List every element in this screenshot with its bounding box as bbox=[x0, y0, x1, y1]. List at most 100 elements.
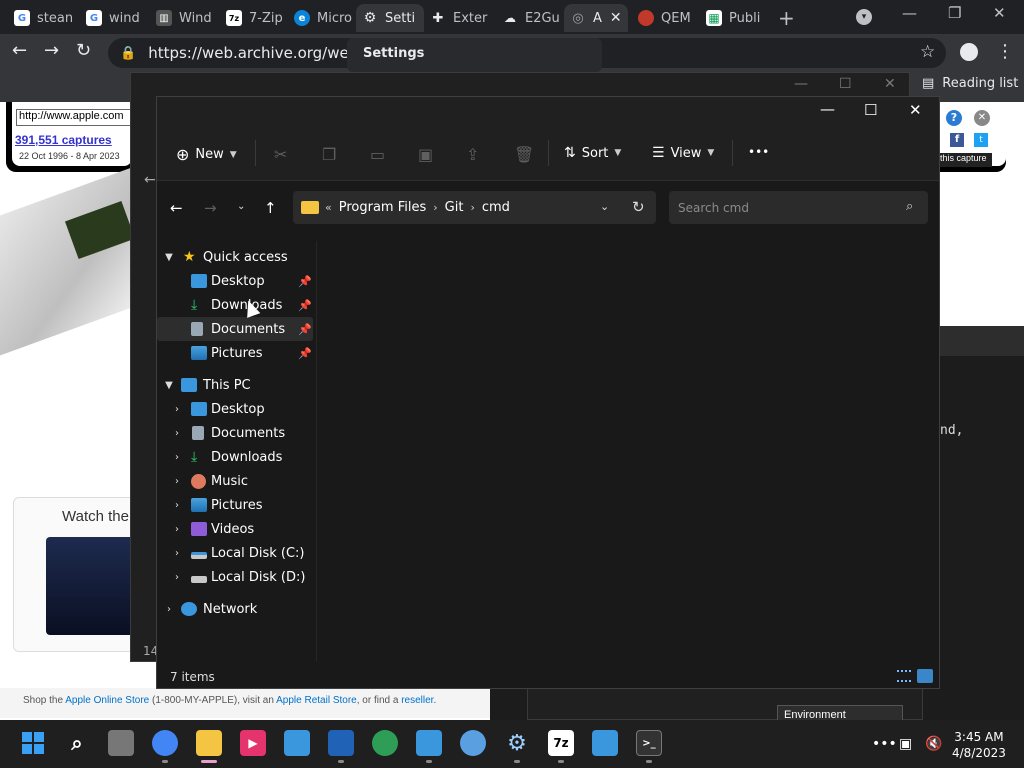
video-thumbnail[interactable] bbox=[46, 537, 136, 635]
tab-microsoft[interactable]: e Micro bbox=[288, 4, 356, 32]
profile-avatar[interactable] bbox=[960, 43, 978, 61]
tab-windows-search[interactable]: G wind bbox=[80, 4, 148, 32]
quick-access-item-documents[interactable]: Documents bbox=[157, 317, 313, 341]
reseller-link[interactable]: reseller bbox=[401, 695, 433, 706]
reload-icon[interactable]: ↻ bbox=[76, 40, 91, 61]
back-window-arrow-icon[interactable]: ← bbox=[144, 172, 156, 188]
up-icon[interactable]: ↑ bbox=[264, 199, 277, 217]
pin-icon[interactable]: 📌 bbox=[298, 323, 312, 336]
chevron-right-icon[interactable]: › bbox=[171, 548, 183, 559]
this-pc-item-documents[interactable]: › Documents bbox=[157, 421, 313, 445]
this-pc-item-desktop[interactable]: › Desktop bbox=[157, 397, 313, 421]
breadcrumb-item[interactable]: cmd bbox=[482, 200, 510, 215]
virtualbox-icon[interactable] bbox=[328, 730, 354, 756]
pin-icon[interactable]: 📌 bbox=[298, 347, 312, 360]
this-pc-item-local-disk-d[interactable]: › Local Disk (D:) bbox=[157, 565, 313, 589]
explorer-close-icon[interactable]: ✕ bbox=[909, 101, 922, 119]
file-explorer-icon[interactable] bbox=[196, 730, 222, 756]
tab-archive[interactable]: ◎ A ✕ bbox=[564, 4, 628, 32]
this-pc-node[interactable]: ▼ This PC bbox=[157, 373, 313, 397]
recent-locations-icon[interactable]: ⌄ bbox=[237, 201, 245, 212]
search-input[interactable] bbox=[669, 191, 899, 224]
this-pc-item-downloads[interactable]: › ⤓ Downloads bbox=[157, 445, 313, 469]
tab-public[interactable]: ▦ Publi bbox=[700, 4, 770, 32]
quick-access-item-pictures[interactable]: Pictures bbox=[157, 341, 313, 365]
this-pc-item-local-disk-c[interactable]: › Local Disk (C:) bbox=[157, 541, 313, 565]
chevron-right-icon[interactable]: › bbox=[171, 452, 183, 463]
tab-search-icon[interactable]: ▾ bbox=[856, 9, 872, 25]
tab-e2guardian[interactable]: ☁ E2Gu bbox=[496, 4, 564, 32]
forward-icon[interactable]: → bbox=[44, 40, 59, 61]
minimize-icon[interactable]: — bbox=[902, 4, 917, 22]
copy-icon[interactable]: ❐ bbox=[322, 145, 336, 164]
tab-windows[interactable]: ▥ Wind bbox=[150, 4, 218, 32]
chevron-right-icon[interactable]: › bbox=[171, 428, 183, 439]
network-node[interactable]: › Network bbox=[157, 597, 313, 621]
menu-icon[interactable]: ⋮ bbox=[996, 41, 1014, 62]
back-maximize-icon[interactable]: ☐ bbox=[839, 76, 852, 92]
pin-icon[interactable]: 📌 bbox=[298, 275, 312, 288]
refresh-icon[interactable]: ↻ bbox=[632, 198, 645, 216]
breadcrumb-item[interactable]: Program Files bbox=[339, 200, 427, 215]
details-view-icon[interactable] bbox=[897, 670, 911, 682]
chevron-right-icon[interactable]: › bbox=[171, 476, 183, 487]
start-icon[interactable] bbox=[20, 730, 46, 756]
chevron-down-icon[interactable]: ▼ bbox=[163, 252, 175, 263]
quick-access-item-desktop[interactable]: Desktop bbox=[157, 269, 313, 293]
back-icon[interactable]: ← bbox=[12, 40, 27, 61]
media-icon[interactable]: ▶ bbox=[240, 730, 266, 756]
terminal-icon[interactable]: >_ bbox=[636, 730, 662, 756]
forward-icon[interactable]: → bbox=[204, 199, 217, 217]
delete-icon[interactable]: 🗑 bbox=[514, 145, 534, 164]
show-hidden-icons-icon[interactable]: ••• bbox=[872, 736, 897, 752]
back-icon[interactable]: ← bbox=[170, 199, 183, 217]
quick-access-item-downloads[interactable]: ⤓ Downloads bbox=[157, 293, 313, 317]
this-pc-item-music[interactable]: › Music bbox=[157, 469, 313, 493]
chevron-right-icon[interactable]: › bbox=[171, 572, 183, 583]
tab-settings[interactable]: ⚙ Setti bbox=[356, 4, 424, 32]
chevron-right-icon[interactable]: › bbox=[470, 201, 474, 214]
search-icon[interactable]: ⌕ bbox=[64, 730, 90, 756]
twitter-icon[interactable]: t bbox=[974, 133, 988, 147]
chevron-right-icon[interactable]: › bbox=[171, 404, 183, 415]
restore-icon[interactable]: ❐ bbox=[948, 4, 961, 22]
online-store-link[interactable]: Apple Online Store bbox=[65, 695, 149, 706]
tab-7zip[interactable]: 7z 7-Zip bbox=[220, 4, 288, 32]
facebook-icon[interactable]: f bbox=[950, 133, 964, 147]
explorer-minimize-icon[interactable]: — bbox=[820, 100, 835, 118]
chrome-icon[interactable] bbox=[152, 730, 178, 756]
bookmark-star-icon[interactable]: ☆ bbox=[920, 42, 935, 62]
back-close-icon[interactable]: ✕ bbox=[884, 76, 896, 92]
tab-steam[interactable]: G stean bbox=[8, 4, 78, 32]
retail-store-link[interactable]: Apple Retail Store bbox=[276, 695, 357, 706]
wayback-close-icon[interactable]: ✕ bbox=[974, 110, 990, 126]
large-icons-view-icon[interactable] bbox=[917, 669, 933, 683]
network-status-icon[interactable]: ▣ bbox=[899, 736, 912, 752]
close-icon[interactable]: ✕ bbox=[993, 4, 1006, 22]
settings-icon[interactable]: ⚙ bbox=[504, 730, 530, 756]
rename-icon[interactable]: ▣ bbox=[418, 145, 433, 164]
7zip-icon[interactable]: 7z bbox=[548, 730, 574, 756]
display-icon[interactable] bbox=[592, 730, 618, 756]
new-button[interactable]: ⊕ New ▼ bbox=[176, 145, 237, 164]
chevron-right-icon[interactable]: › bbox=[433, 201, 437, 214]
volume-muted-icon[interactable]: 🔇 bbox=[925, 736, 942, 752]
share-icon[interactable]: ⇪ bbox=[466, 145, 479, 164]
chevron-down-icon[interactable]: ▼ bbox=[163, 380, 175, 391]
task-view-icon[interactable] bbox=[108, 730, 134, 756]
paste-icon[interactable]: ▭ bbox=[370, 145, 385, 164]
globe-icon[interactable] bbox=[460, 730, 486, 756]
overflow-chevron-icon[interactable]: « bbox=[325, 201, 332, 214]
reading-list-button[interactable]: ▤ Reading list bbox=[922, 76, 1018, 91]
chevron-right-icon[interactable]: › bbox=[171, 500, 183, 511]
this-pc-item-videos[interactable]: › Videos bbox=[157, 517, 313, 541]
this-pc-item-pictures[interactable]: › Pictures bbox=[157, 493, 313, 517]
breadcrumb-item[interactable]: Git bbox=[445, 200, 464, 215]
store-icon[interactable] bbox=[284, 730, 310, 756]
chevron-right-icon[interactable]: › bbox=[171, 524, 183, 535]
more-options-button[interactable]: ••• bbox=[748, 145, 769, 159]
network-app-icon[interactable] bbox=[372, 730, 398, 756]
sort-button[interactable]: ⇅ Sort ▼ bbox=[564, 145, 621, 161]
nav-pane-divider[interactable] bbox=[316, 241, 317, 661]
view-button[interactable]: ☰ View ▼ bbox=[652, 145, 714, 161]
